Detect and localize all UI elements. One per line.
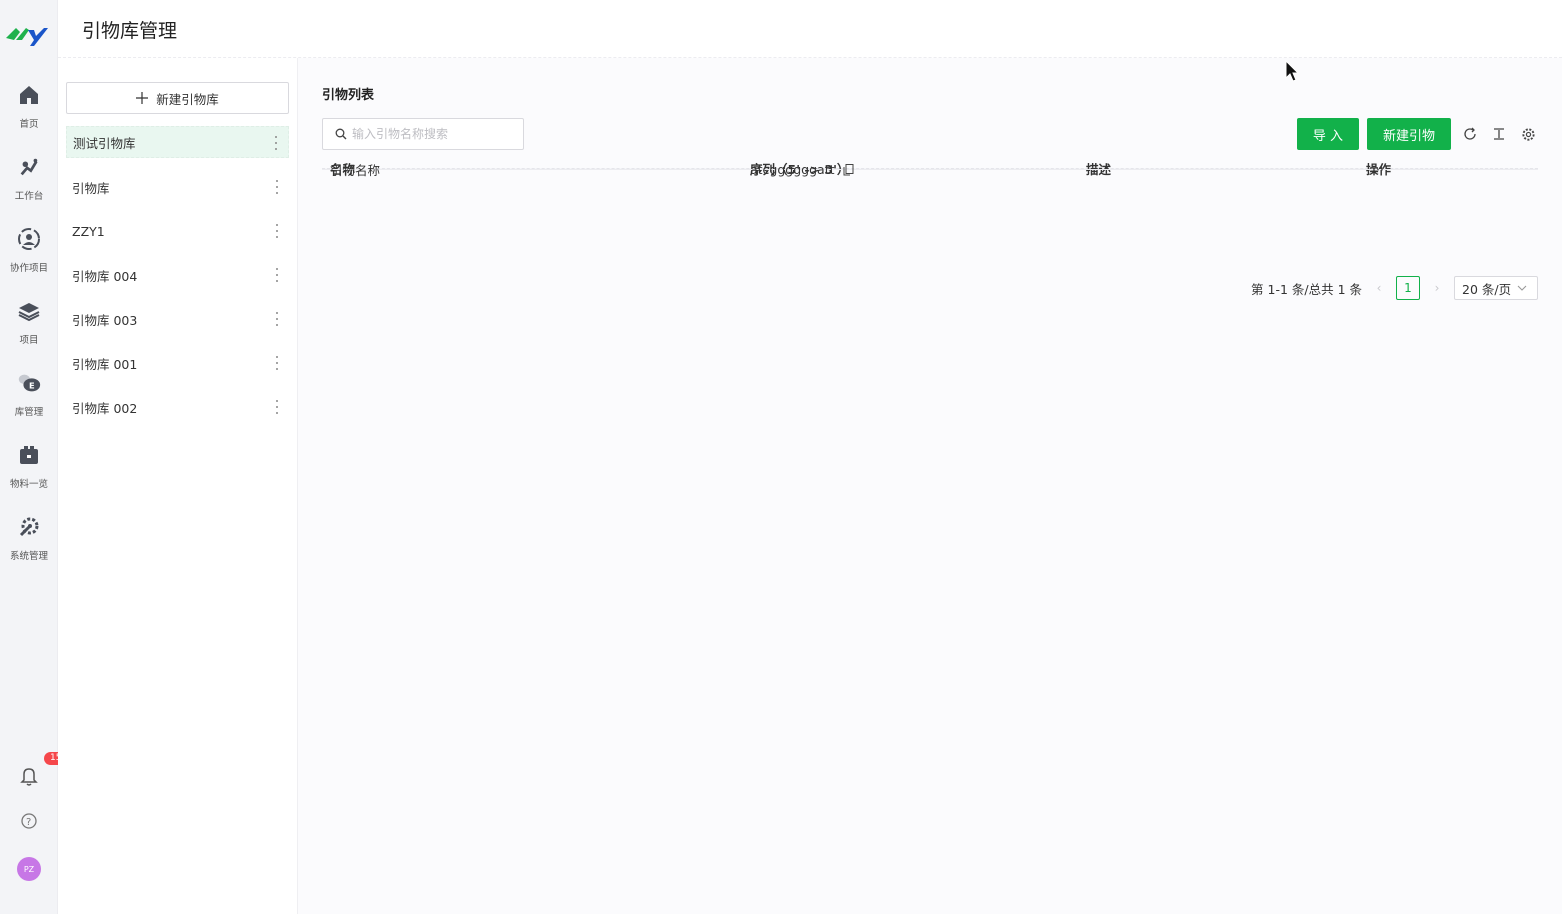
rail-label-home: 首页 bbox=[19, 119, 39, 130]
collaboration-icon bbox=[16, 226, 42, 252]
rail-item-projects[interactable]: 项目 bbox=[0, 298, 58, 358]
page-title: 引物库管理 bbox=[82, 20, 178, 42]
mouse-cursor-icon bbox=[1285, 60, 1300, 82]
table-row[interactable]: 引物名称 atcggggggatt - ··· bbox=[322, 162, 1538, 178]
current-page-button[interactable]: 1 bbox=[1396, 276, 1420, 300]
chevron-down-icon bbox=[1517, 285, 1527, 291]
next-page-icon[interactable]: › bbox=[1430, 281, 1444, 295]
primer-description-cell: - bbox=[1086, 161, 1091, 177]
layers-icon bbox=[16, 298, 42, 324]
more-vertical-icon[interactable] bbox=[275, 224, 279, 238]
bell-icon bbox=[20, 768, 38, 786]
settings-tools-icon bbox=[16, 514, 42, 540]
more-vertical-icon[interactable] bbox=[275, 356, 279, 370]
pagination-summary: 第 1-1 条/总共 1 条 bbox=[1251, 281, 1362, 297]
more-vertical-icon[interactable] bbox=[274, 136, 278, 150]
gear-icon[interactable] bbox=[1519, 125, 1537, 143]
rail-label-workbench: 工作台 bbox=[14, 191, 44, 202]
section-title: 引物列表 bbox=[322, 88, 375, 103]
home-icon bbox=[16, 82, 42, 108]
rail-item-collaboration[interactable]: 协作项目 bbox=[0, 226, 58, 286]
library-item-name: 引物库 004 bbox=[72, 268, 138, 284]
library-item-name: 引物库 001 bbox=[72, 356, 138, 372]
rail-label-materials: 物料一览 bbox=[9, 479, 48, 490]
library-item-name: 引物库 003 bbox=[72, 312, 138, 328]
avatar: PZ bbox=[17, 857, 41, 881]
library-icon: E bbox=[16, 370, 42, 396]
svg-text:?: ? bbox=[26, 817, 31, 828]
row-more-actions-button[interactable]: ··· bbox=[1372, 162, 1384, 177]
library-item[interactable]: 引物库 001 bbox=[66, 347, 289, 379]
search-icon bbox=[335, 128, 347, 140]
rail-item-system[interactable]: 系统管理 bbox=[0, 514, 58, 574]
rail-label-library: 库管理 bbox=[14, 407, 44, 418]
plus-icon bbox=[136, 92, 149, 104]
refresh-icon[interactable] bbox=[1461, 125, 1479, 143]
rail-label-projects: 项目 bbox=[19, 335, 39, 346]
pagination: 第 1-1 条/总共 1 条 ‹ 1 › 20 条/页 bbox=[1251, 276, 1538, 300]
column-height-icon[interactable] bbox=[1490, 125, 1508, 143]
svg-text:E: E bbox=[29, 381, 35, 391]
icon-rail: 首页 工作台 协作项目 项目 E 库管理 物料一览 系统管理 15 ? PZ bbox=[0, 0, 68, 914]
rail-label-system: 系统管理 bbox=[9, 551, 48, 562]
rail-item-materials[interactable]: 物料一览 bbox=[0, 442, 58, 502]
rail-item-library[interactable]: E 库管理 bbox=[0, 370, 58, 430]
primer-sequence-cell: atcggggggatt bbox=[750, 162, 854, 177]
more-vertical-icon[interactable] bbox=[275, 180, 279, 194]
more-vertical-icon[interactable] bbox=[275, 312, 279, 326]
search-box[interactable] bbox=[322, 118, 524, 150]
more-vertical-icon[interactable] bbox=[275, 400, 279, 414]
library-item[interactable]: ZZY1 bbox=[66, 215, 289, 247]
library-item-name: ZZY1 bbox=[72, 223, 105, 239]
page-header: 引物库管理 bbox=[58, 0, 1562, 58]
library-item[interactable]: 引物库 bbox=[66, 171, 289, 203]
rail-label-collaboration: 协作项目 bbox=[9, 263, 48, 274]
library-item[interactable]: 引物库 002 bbox=[66, 391, 289, 423]
prev-page-icon[interactable]: ‹ bbox=[1372, 281, 1386, 295]
page-size-select[interactable]: 20 条/页 bbox=[1454, 276, 1538, 300]
notifications-button[interactable]: 15 bbox=[0, 752, 68, 789]
import-button[interactable]: 导 入 bbox=[1297, 118, 1359, 150]
library-panel: 新建引物库 测试引物库 引物库 ZZY1 引物库 004 引物库 003 引物库… bbox=[58, 58, 298, 914]
new-primer-button[interactable]: 新建引物 bbox=[1367, 118, 1451, 150]
workbench-icon bbox=[16, 154, 42, 180]
library-item-name: 测试引物库 bbox=[73, 135, 136, 151]
primer-sequence-text: atcggggggatt bbox=[750, 161, 835, 177]
rail-item-workbench[interactable]: 工作台 bbox=[0, 154, 58, 214]
help-button[interactable]: ? bbox=[0, 812, 58, 830]
library-item[interactable]: 引物库 004 bbox=[66, 259, 289, 291]
help-icon: ? bbox=[21, 813, 37, 829]
more-vertical-icon[interactable] bbox=[275, 268, 279, 282]
library-item-name: 引物库 002 bbox=[72, 400, 138, 416]
primer-list-main: 引物列表 导 入 新建引物 名称 序列（5' -> 3'） 描述 操作 引物名称 bbox=[298, 58, 1562, 914]
new-library-label: 新建引物库 bbox=[156, 91, 219, 107]
new-library-button[interactable]: 新建引物库 bbox=[66, 82, 289, 114]
primer-table: 名称 序列（5' -> 3'） 描述 操作 引物名称 atcggggggatt … bbox=[322, 162, 1538, 178]
search-input[interactable] bbox=[352, 127, 512, 141]
user-avatar-button[interactable]: PZ bbox=[0, 857, 58, 881]
primer-name-cell: 引物名称 bbox=[330, 162, 381, 178]
brand-logo[interactable] bbox=[4, 18, 50, 48]
library-item[interactable]: 引物库 003 bbox=[66, 303, 289, 335]
copy-icon[interactable] bbox=[843, 164, 854, 176]
rail-item-home[interactable]: 首页 bbox=[0, 82, 58, 142]
app-root: 首页 工作台 协作项目 项目 E 库管理 物料一览 系统管理 15 ? PZ 引… bbox=[0, 0, 1562, 914]
page-size-value: 20 条/页 bbox=[1462, 281, 1512, 297]
library-item[interactable]: 测试引物库 bbox=[66, 126, 289, 158]
library-item-name: 引物库 bbox=[72, 180, 110, 196]
materials-icon bbox=[16, 442, 42, 468]
